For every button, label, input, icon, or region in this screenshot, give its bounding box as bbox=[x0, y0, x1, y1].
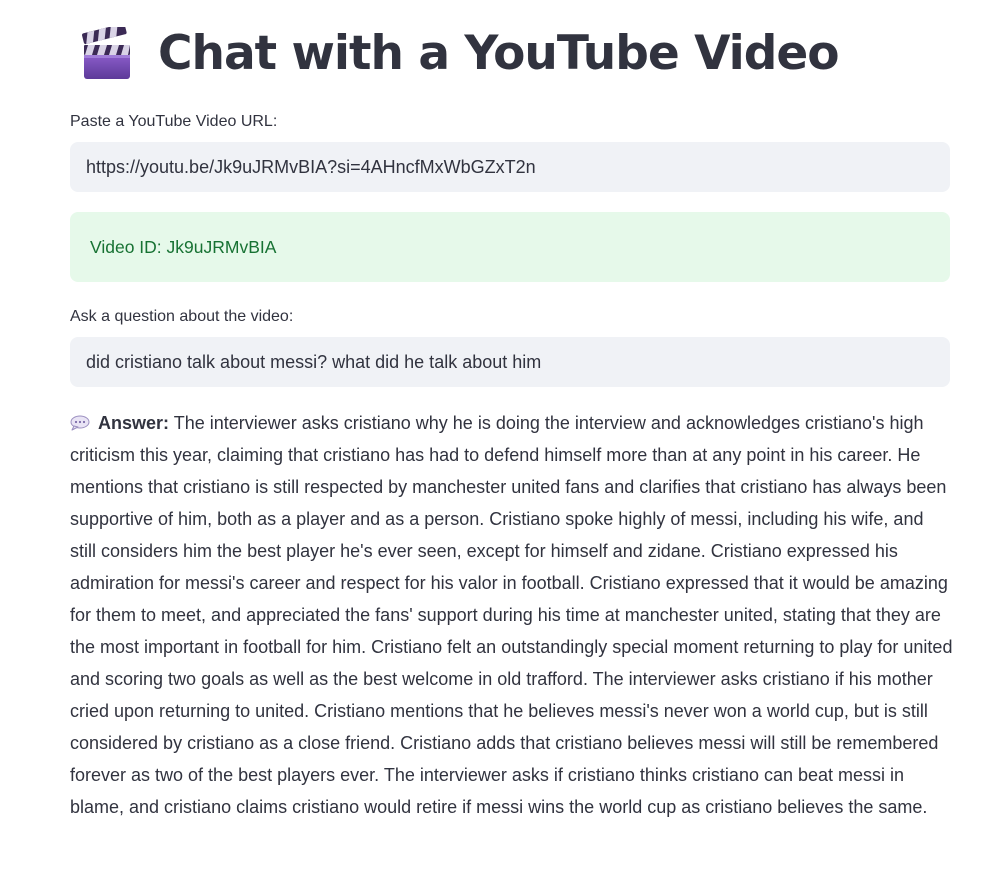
answer-text: The interviewer asks cristiano why he is… bbox=[70, 413, 953, 817]
url-input-label: Paste a YouTube Video URL: bbox=[70, 113, 278, 130]
question-input-label: Ask a question about the video: bbox=[70, 308, 294, 325]
video-id-text: Video ID: Jk9uJRMvBIA bbox=[90, 236, 277, 257]
youtube-url-input[interactable]: https://youtu.be/Jk9uJRMvBIA?si=4AHncfMx… bbox=[70, 142, 950, 192]
question-input[interactable]: did cristiano talk about messi? what did… bbox=[70, 337, 950, 387]
answer-label: Answer: bbox=[98, 413, 170, 433]
answer-block: Answer: The interviewer asks cristiano w… bbox=[70, 407, 954, 823]
clapper-board-icon bbox=[82, 27, 130, 79]
speech-bubble-icon bbox=[70, 415, 90, 431]
page-title: Chat with a YouTube Video bbox=[158, 26, 840, 81]
page-header: Chat with a YouTube Video bbox=[80, 22, 840, 86]
video-id-status: Video ID: Jk9uJRMvBIA bbox=[70, 212, 950, 282]
